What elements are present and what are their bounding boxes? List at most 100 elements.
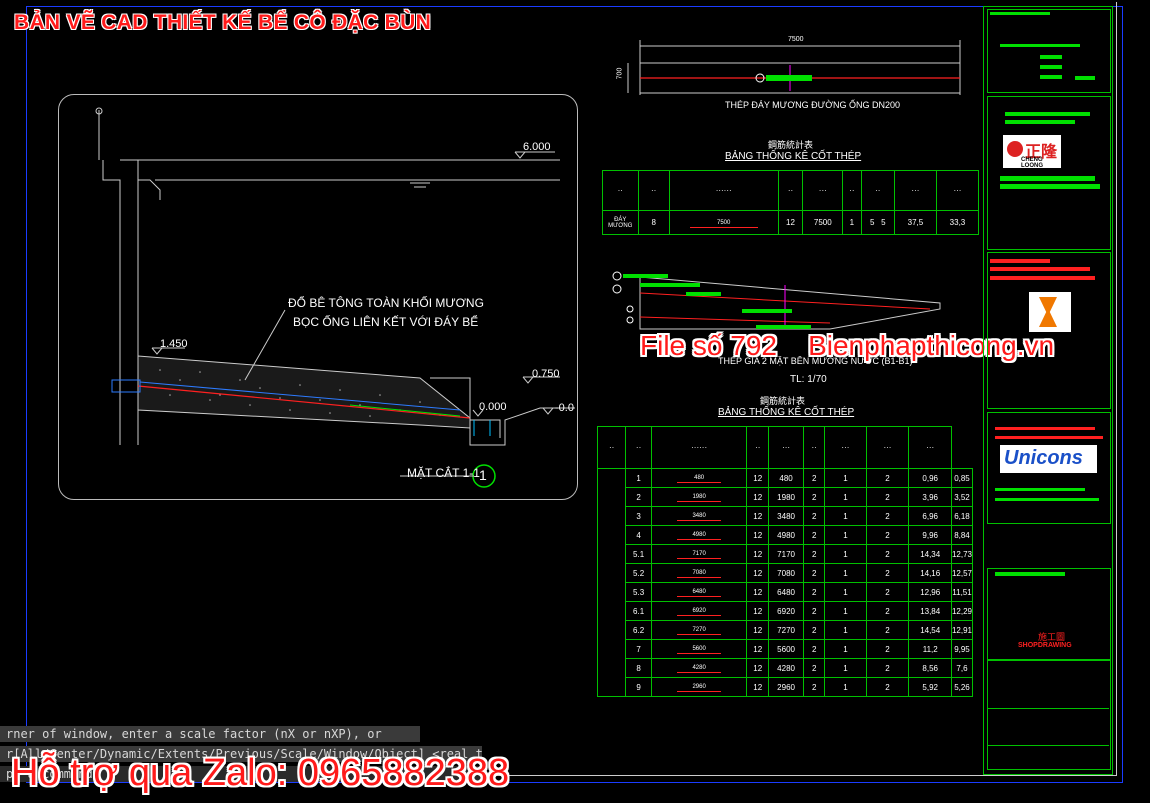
section-note-line1: ĐỔ BÊ TÔNG TOÀN KHỐI MƯƠNG [288,296,484,310]
table2-dia: 12 [746,563,770,583]
table2-no: 4 [625,525,652,545]
table2-weight: 12,73 [950,544,974,564]
table2-b: 1 [824,487,867,507]
sheet-info-row [987,708,1109,709]
table2-row: 9 2960 12 2960 2 1 2 5,92 5,26 [598,677,974,697]
footer-zalo-text: Hỗ trợ qua Zalo: 0965882388 [11,752,510,794]
section-drawing [95,107,575,488]
table2-b: 1 [824,639,867,659]
table1-len-label: 7500 [717,219,731,226]
rebar-shape-line [676,577,722,578]
rebar-shape-line [676,539,722,540]
sheet-info-box [987,660,1111,770]
table1-dia: 12 [777,210,804,235]
table2-weight: 5,26 [950,677,974,697]
tb-red-line [995,427,1095,430]
rebar-shape-line [676,520,722,521]
tb-line [990,12,1050,15]
table2-total: 13,84 [908,601,952,621]
table2-b: 1 [824,563,867,583]
table1-a: 1 [842,210,862,235]
table2-weight: 0,85 [950,468,974,488]
table2-dia: 12 [746,506,770,526]
table2-c: 2 [865,563,910,583]
rebar-shape-line [676,596,722,597]
tb-line [1005,112,1090,116]
table2-title: BẢNG THỐNG KÊ CỐT THÉP [718,407,855,418]
table2-weight: 6,18 [950,506,974,526]
table2-total: 6,96 [908,506,952,526]
tb-line [995,498,1099,501]
top-detail-drawing [627,40,961,95]
table2-row: 7 5600 12 5600 2 1 2 11,2 9,95 [598,639,974,659]
logo2-text: Unicons [1004,447,1083,469]
level-far-right-label: -0.0 [555,402,574,414]
cheng-loong-logo: 正隆 CHENG LOONG [1003,135,1061,169]
table1-b: 5 [869,218,875,227]
table2-a: 2 [803,582,826,602]
table2-len: 3480 [768,506,805,526]
tb-red-line [990,259,1050,263]
table2-no: 2 [625,487,652,507]
table2-a: 2 [803,544,826,564]
table2-len: 6480 [768,582,805,602]
table2-weight: 12,57 [950,563,974,583]
table2-b: 1 [824,468,867,488]
table2-len-label: 6920 [692,608,706,614]
table2-dia: 12 [746,658,770,678]
design-mark-icon [1039,297,1057,327]
top-dim-height: 700 [616,67,624,80]
level-bottom-label: 0.000 [479,401,507,413]
table1-no: 8 [637,210,670,235]
tb-red-line [995,436,1103,439]
rebar-table-2: ·· ·· ······ ·· ··· ·· ··· ··· ··· 1 480 12 480 2 1… [596,426,974,697]
rebar-shape-line [676,558,722,559]
table2-b: 1 [824,677,867,697]
table2-len: 5600 [768,639,805,659]
design-logo [1029,292,1071,332]
table2-a: 2 [803,658,826,678]
table2-len-label: 480 [694,475,705,481]
table2-no: 8 [625,658,652,678]
rebar-mark-1 [623,274,668,278]
table2-b: 1 [824,658,867,678]
tb-line [1000,184,1100,189]
rebar-shape-line [676,691,722,692]
table2-len: 6920 [768,601,805,621]
table2-row: 1 480 12 480 2 1 2 0,96 0,85 [596,468,974,697]
table2-len-label: 7170 [692,551,706,557]
table2-dia: 12 [746,582,770,602]
table2-len-label: 5600 [692,646,706,652]
table2-dia: 12 [746,487,770,507]
table2-weight: 3,52 [950,487,974,507]
sheet-info-row [987,745,1109,746]
table2-weight: 7,6 [950,658,974,678]
title-block-inner [987,9,1111,93]
rebar-mark-5 [756,325,811,329]
tb-red-line [990,267,1090,271]
table2-dia: 12 [746,544,770,564]
table2-c: 2 [865,677,910,697]
table2-b: 1 [824,601,867,621]
rebar-mark-3 [686,292,721,296]
table2-total: 11,2 [908,639,952,659]
table2-total: 5,92 [908,677,952,697]
table2-dia: 12 [746,620,770,640]
table2-a: 2 [803,506,826,526]
table2-no: 1 [625,468,652,488]
tb-line [1000,176,1095,181]
table2-row: 8 4280 12 4280 2 1 2 8,56 7,6 [598,658,974,678]
rebar-mark-4 [742,309,792,313]
table2-b: 1 [824,582,867,602]
table2-row: 5.2 7080 12 7080 2 1 2 14,16 12,57 [598,563,974,583]
table2-part-cell [596,468,627,697]
table2-len: 7170 [768,544,805,564]
table2-dia: 12 [746,468,770,488]
table2-total: 14,54 [908,620,952,640]
table2-a: 2 [803,639,826,659]
rebar-shape-line [676,653,722,654]
tb-line [1005,120,1075,124]
tb-line [995,572,1065,576]
table2-total: 8,56 [908,658,952,678]
table2-c: 2 [865,487,910,507]
